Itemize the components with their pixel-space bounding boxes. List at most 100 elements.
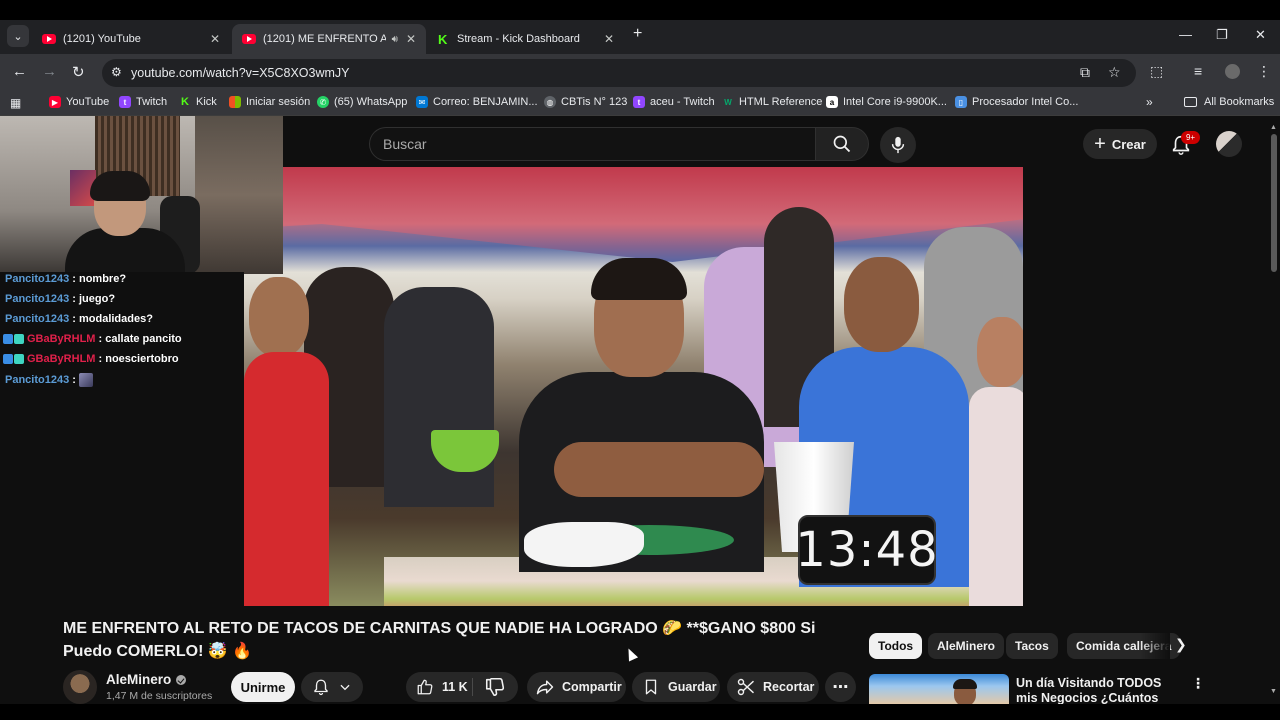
share-button[interactable]: Compartir (527, 672, 626, 702)
all-bookmarks-label: All Bookmarks (1204, 96, 1275, 108)
speaker-icon[interactable]: 🔊︎ (392, 34, 398, 45)
like-button[interactable]: 11 K (416, 678, 468, 696)
twitch-icon: t (119, 96, 131, 108)
chat-message: Pancito1243 : modalidades? (5, 313, 153, 325)
kick-icon: K (181, 96, 189, 108)
search-button[interactable] (815, 127, 869, 161)
clip-button[interactable]: Recortar (727, 672, 819, 702)
menu-kebab-icon[interactable]: ⋮ (1257, 63, 1271, 80)
user-avatar[interactable] (1216, 131, 1242, 157)
dislike-button[interactable] (484, 676, 506, 703)
more-vertical-icon[interactable]: ⋮ (1191, 675, 1205, 692)
search-input[interactable] (370, 128, 816, 160)
chat-text: : juego? (72, 293, 116, 305)
back-icon[interactable]: ← (12, 63, 27, 80)
bookmark-label: aceu - Twitch (650, 96, 715, 108)
voice-search-button[interactable] (880, 127, 916, 163)
video-player[interactable]: 13:48 (244, 167, 1023, 606)
tab-current-video[interactable]: (1201) ME ENFRENTO AL RETO 🔊︎ ✕ (232, 24, 426, 54)
page-icon: ▯ (955, 96, 967, 108)
bookmark-intel-amazon[interactable]: a Intel Core i9-9900K... (826, 96, 947, 108)
bookmark-icon (645, 679, 657, 695)
stream-chat-overlay: Pancito1243 : nombre? Pancito1243 : jueg… (0, 272, 244, 602)
bookmark-cbtis[interactable]: ◍ CBTis N° 123 (544, 96, 627, 108)
share-label: Compartir (562, 680, 622, 694)
subscriber-count: 1,47 M de suscriptores (106, 690, 213, 702)
youtube-icon: ▶ (49, 96, 61, 108)
bookmark-label: Intel Core i9-9900K... (843, 96, 947, 108)
close-icon[interactable]: ✕ (604, 32, 614, 46)
create-button[interactable]: + Crear (1083, 129, 1157, 159)
new-tab-button[interactable]: + (633, 25, 642, 43)
channel-avatar[interactable] (63, 670, 97, 704)
save-button[interactable]: Guardar (632, 672, 720, 702)
scroll-down-arrow-icon[interactable]: ▼ (1270, 688, 1277, 695)
chat-message: GBaByRHLM : callate pancito (3, 333, 182, 345)
bookmark-iniciar-sesion[interactable]: Iniciar sesión (229, 96, 310, 108)
forward-icon[interactable]: → (42, 63, 57, 80)
recommendation-thumbnail[interactable] (869, 674, 1009, 704)
chip-aleminero[interactable]: AleMinero (928, 633, 1005, 659)
video-title: ME ENFRENTO AL RETO DE TACOS DE CARNITAS… (63, 620, 816, 660)
site-info-icon[interactable]: ⚙ (111, 65, 122, 79)
more-bookmarks-icon[interactable]: » (1146, 95, 1153, 109)
chip-tacos[interactable]: Tacos (1006, 633, 1058, 659)
tab-youtube-home[interactable]: (1201) YouTube ✕ (32, 24, 230, 54)
bookmark-star-icon[interactable]: ☆ (1108, 64, 1121, 81)
bookmark-whatsapp[interactable]: ✆ (65) WhatsApp (317, 96, 407, 108)
close-icon[interactable]: ✕ (210, 32, 220, 46)
bookmark-label: HTML Reference (739, 96, 823, 108)
chat-username: Pancito1243 (5, 313, 70, 325)
video-timer-display: 13:48 (795, 515, 938, 585)
close-icon[interactable]: ✕ (406, 32, 416, 46)
reload-icon[interactable]: ↻ (72, 63, 85, 81)
bookmark-kick[interactable]: K Kick (179, 96, 217, 108)
chevron-right-icon[interactable]: ❯ (1175, 636, 1187, 653)
bookmark-correo[interactable]: ✉ Correo: BENJAMIN... (416, 96, 538, 108)
minimize-icon[interactable]: — (1179, 27, 1192, 42)
channel-name-row[interactable]: AleMinero (106, 672, 187, 687)
tab-title: Stream - Kick Dashboard (457, 33, 580, 45)
search-box[interactable] (369, 127, 816, 161)
video-main-person (499, 258, 764, 572)
window-close-icon[interactable]: ✕ (1255, 27, 1266, 43)
browser-profile-avatar[interactable] (1225, 64, 1240, 79)
more-actions-button[interactable]: ⋯ (825, 672, 856, 702)
tab-search-button[interactable]: ⌄ (7, 25, 29, 47)
bookmark-label: (65) WhatsApp (334, 96, 408, 108)
clip-label: Recortar (763, 680, 815, 694)
twitch-icon: t (633, 96, 645, 108)
tab-kick-dashboard[interactable]: K Stream - Kick Dashboard ✕ (428, 24, 624, 54)
bookmark-youtube[interactable]: ▶ YouTube (49, 96, 109, 108)
scrollbar-thumb[interactable] (1271, 134, 1277, 272)
install-icon[interactable]: ⧉ (1080, 64, 1090, 81)
all-bookmarks[interactable]: All Bookmarks (1184, 96, 1274, 108)
scissors-icon (737, 678, 754, 696)
top-bar (0, 0, 1280, 20)
chat-message: GBaByRHLM : noesciertobro (3, 353, 179, 365)
scroll-up-arrow-icon[interactable]: ▲ (1270, 124, 1277, 131)
recommendation-title[interactable]: Un día Visitando TODOS mis Negocios ¿Cuá… (1016, 676, 1186, 704)
bookmark-label: CBTis N° 123 (561, 96, 628, 108)
chevron-down-icon (340, 684, 350, 691)
create-label: Crear (1111, 136, 1146, 152)
kick-icon: K (438, 31, 448, 47)
bookmark-intel-procesador[interactable]: ▯ Procesador Intel Co... (955, 96, 1078, 108)
tab-title: (1201) ME ENFRENTO AL RETO (263, 33, 386, 45)
url-text[interactable]: youtube.com/watch?v=X5C8XO3wmJY (131, 66, 350, 80)
apps-grid-icon[interactable]: ▦ (10, 96, 21, 110)
bookmark-aceu-twitch[interactable]: t aceu - Twitch (633, 96, 715, 108)
restore-icon[interactable]: ❐ (1216, 27, 1228, 43)
channel-name[interactable]: AleMinero (106, 672, 171, 687)
bookmark-html-reference[interactable]: W HTML Reference (722, 96, 822, 108)
chat-message: Pancito1243 : (5, 373, 93, 387)
media-control-icon[interactable]: ≡ (1194, 63, 1202, 79)
address-bar[interactable]: ⚙ youtube.com/watch?v=X5C8XO3wmJY ⧉ ☆ (102, 59, 1136, 87)
tab-title: (1201) YouTube (63, 33, 141, 45)
chip-todos[interactable]: Todos (869, 633, 923, 659)
bookmark-twitch[interactable]: t Twitch (119, 96, 167, 108)
bookmark-label: Twitch (136, 96, 168, 108)
subscription-bell-button[interactable] (301, 672, 363, 702)
extensions-icon[interactable]: ⬚ (1150, 63, 1163, 80)
join-button[interactable]: Unirme (231, 672, 295, 702)
